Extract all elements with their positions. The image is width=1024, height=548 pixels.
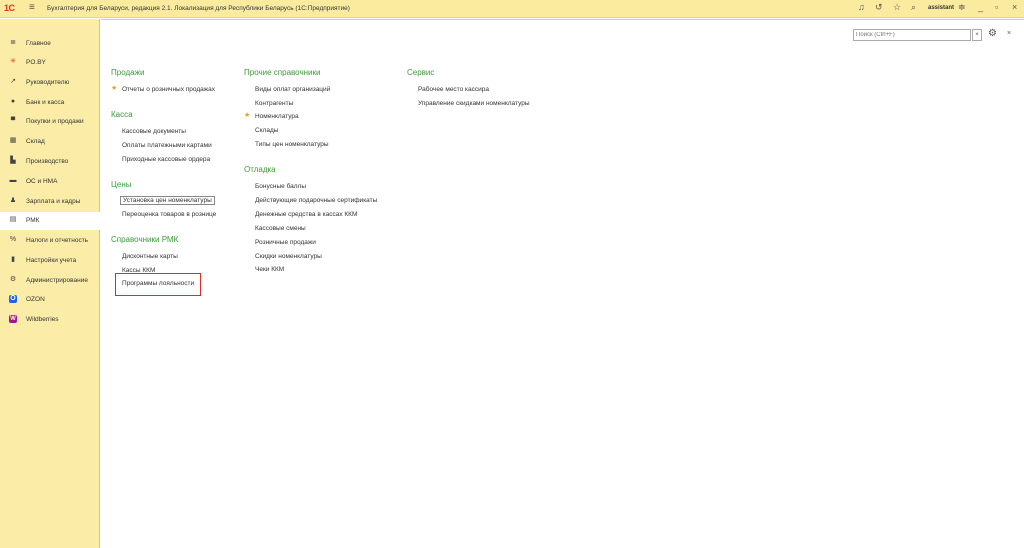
link-card-payments[interactable]: Оплаты платежными картами (122, 142, 212, 149)
sidebar-item-label: Производство (26, 158, 69, 165)
title-bar: 1С ≡ Бухгалтерия для Беларуси, редакция … (0, 0, 1024, 18)
link-counterparties[interactable]: Контрагенты (255, 100, 293, 107)
search-icon[interactable]: ⌕ (911, 2, 916, 13)
bank-icon: ● (10, 98, 16, 105)
sidebar-item-main[interactable]: ≣ Главное (0, 35, 100, 53)
sidebar-item-label: Настройки учета (26, 257, 77, 264)
sidebar-item-purchases[interactable]: ▀ Покупки и продажи (0, 113, 100, 131)
highlight-frame (115, 273, 201, 296)
sidebar-item-wildberries[interactable]: W Wildberries (0, 311, 100, 329)
sidebar-item-label: Зарплата и кадры (26, 198, 81, 205)
star-icon[interactable]: ☆ (893, 2, 901, 13)
sidebar-item-label: Wildberries (26, 316, 59, 323)
section-title-rmk-refs: Справочники РМК (111, 235, 179, 244)
minimize-icon[interactable]: _ (978, 2, 983, 12)
section-title-debug: Отладка (244, 165, 276, 174)
restore-icon[interactable]: ▫ (995, 2, 998, 12)
gear-icon: ⚙ (9, 276, 17, 283)
link-cash-documents[interactable]: Кассовые документы (122, 128, 186, 135)
sidebar-item-label: Покупки и продажи (26, 118, 84, 125)
section-title-kassa: Касса (111, 110, 133, 119)
sidebar-item-accounting-settings[interactable]: ▮ Настройки учета (0, 252, 100, 270)
trend-icon: ↗ (10, 78, 16, 85)
link-payment-types[interactable]: Виды оплат организаций (255, 86, 330, 93)
history-icon[interactable]: ↺ (875, 2, 883, 13)
register-icon: ▤ (9, 216, 17, 223)
ozon-icon: O (9, 295, 17, 303)
sidebar-item-warehouse[interactable]: ▦ Склад (0, 133, 100, 151)
link-retail-sales-reports[interactable]: Отчеты о розничных продажах (122, 86, 215, 93)
sidebar-item-label: OZON (26, 296, 45, 303)
link-discount-cards[interactable]: Дисконтные карты (122, 253, 178, 260)
close-icon[interactable]: × (1007, 30, 1011, 37)
favorite-star-icon[interactable]: ★ (244, 111, 250, 119)
link-nomenclature[interactable]: Номенклатура (255, 113, 299, 120)
link-kkm-receipts[interactable]: Чеки ККМ (255, 266, 284, 273)
cart-icon: ▀ (10, 118, 16, 124)
sidebar-item-salary[interactable]: ♟ Зарплата и кадры (0, 193, 100, 211)
search-box[interactable] (853, 29, 971, 41)
search-input[interactable] (854, 30, 970, 40)
percent-icon: % (9, 236, 17, 243)
sidebar-item-label: ОС и НМА (26, 178, 58, 185)
link-warehouses[interactable]: Склады (255, 127, 278, 134)
sidebar-item-administration[interactable]: ⚙ Администрирование (0, 272, 100, 290)
link-cashier-workplace[interactable]: Рабочее место кассира (418, 86, 489, 93)
close-window-icon[interactable]: × (1012, 2, 1017, 12)
section-title-service: Сервис (407, 68, 435, 77)
truck-icon: ▬ (9, 177, 17, 184)
user-name[interactable]: assistant (928, 5, 954, 11)
sidebar-item-label: РМК (26, 217, 40, 224)
main-menu-icon[interactable]: ≡ (29, 2, 35, 13)
main-panel: × ⚙ × Продажи ★ Отчеты о розничных прода… (101, 19, 1024, 548)
section-title-other-refs: Прочие справочники (244, 68, 321, 77)
sidebar-item-label: Налоги и отчетность (26, 237, 89, 244)
section-title-sales: Продажи (111, 68, 145, 77)
sidebar-item-taxes[interactable]: % Налоги и отчетность (0, 232, 100, 250)
warehouse-icon: ▦ (9, 137, 17, 144)
sidebar-item-label: Склад (26, 138, 45, 145)
sidebar-item-bank[interactable]: ● Банк и касса (0, 94, 100, 112)
sidebar: ≣ Главное ✳ PO.BY ↗ Руководителю ● Банк и ка… (0, 19, 100, 548)
asterisk-icon: ✳ (10, 58, 16, 65)
sidebar-item-label: Главное (26, 40, 51, 47)
gear-icon[interactable]: ⚙ (988, 28, 997, 39)
book-icon: ▮ (11, 256, 15, 263)
section-title-prices: Цены (111, 180, 132, 189)
person-icon: ♟ (9, 197, 17, 204)
wildberries-icon: W (9, 315, 17, 323)
link-discount-management[interactable]: Управление скидками номенклатуры (418, 100, 530, 107)
link-item-discounts[interactable]: Скидки номенклатуры (255, 253, 322, 260)
link-retail-sales[interactable]: Розничные продажи (255, 239, 316, 246)
favorite-star-icon[interactable]: ★ (111, 84, 117, 92)
sidebar-item-poby[interactable]: ✳ PO.BY (0, 54, 100, 72)
sidebar-item-manager[interactable]: ↗ Руководителю (0, 74, 100, 92)
link-retail-revaluation[interactable]: Переоценка товаров в рознице (122, 211, 216, 218)
link-cash-shifts[interactable]: Кассовые смены (255, 225, 306, 232)
link-set-item-prices[interactable]: Установка цен номенклатуры (120, 196, 215, 205)
sidebar-item-rmk[interactable]: ▤ РМК (0, 212, 100, 230)
sidebar-item-label: PO.BY (26, 59, 46, 66)
menu-lines-icon: ≣ (10, 39, 16, 46)
bell-icon[interactable]: ♫ (858, 2, 865, 12)
link-kkm-cash[interactable]: Денежные средства в кассах ККМ (255, 211, 357, 218)
window-title: Бухгалтерия для Беларуси, редакция 2.1. … (47, 5, 350, 12)
sidebar-item-label: Администрирование (26, 277, 88, 284)
factory-icon: ▙ (10, 157, 16, 164)
sidebar-item-production[interactable]: ▙ Производство (0, 153, 100, 171)
app-logo: 1С (4, 3, 15, 13)
sidebar-item-assets[interactable]: ▬ ОС и НМА (0, 173, 100, 191)
sidebar-item-label: Руководителю (26, 79, 70, 86)
search-clear-icon[interactable]: × (972, 29, 982, 41)
link-cash-receipt-orders[interactable]: Приходные кассовые ордера (122, 156, 210, 163)
link-price-types[interactable]: Типы цен номенклатуры (255, 141, 329, 148)
sidebar-item-label: Банк и касса (26, 99, 65, 106)
settings-menu-icon[interactable]: ≑ (958, 2, 966, 13)
sidebar-item-ozon[interactable]: O OZON (0, 291, 100, 309)
link-gift-certificates[interactable]: Действующие подарочные сертификаты (255, 197, 377, 204)
link-bonus-points[interactable]: Бонусные баллы (255, 183, 306, 190)
